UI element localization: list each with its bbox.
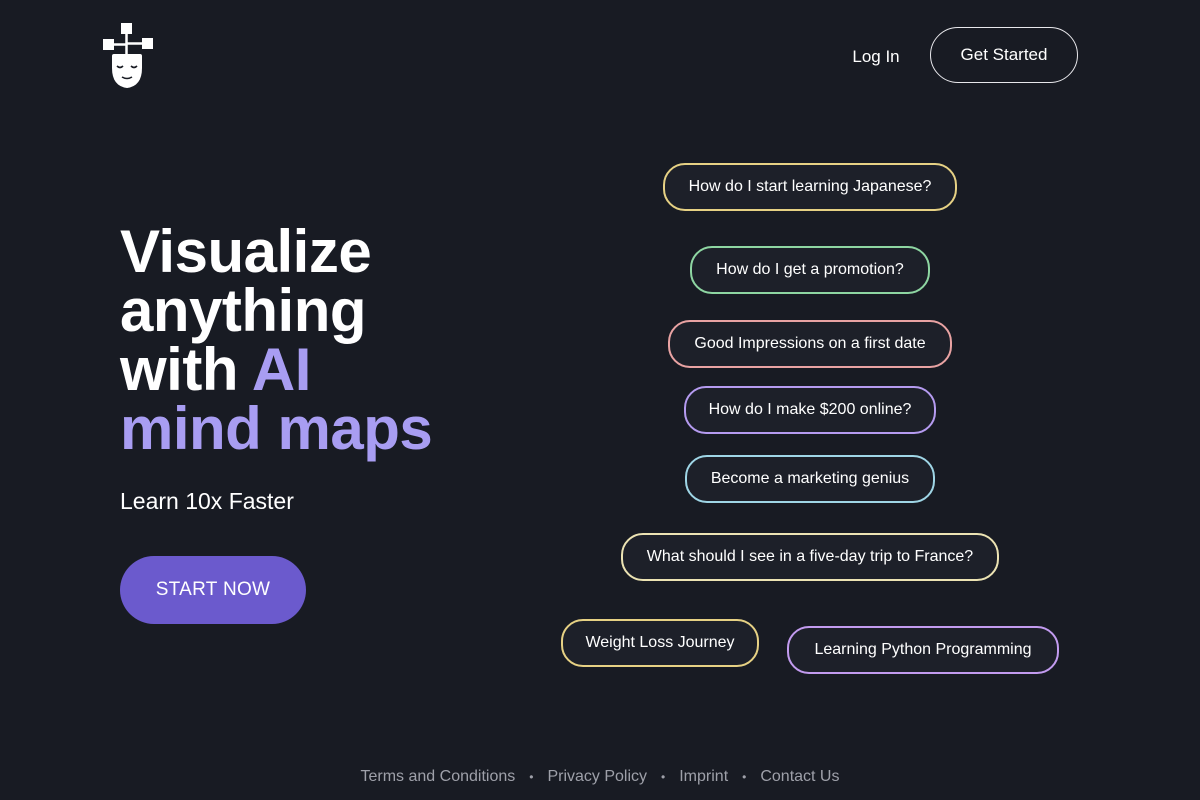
footer-link-imprint[interactable]: Imprint [679, 768, 728, 785]
hero-title: Visualize anything with AI mind maps [120, 218, 433, 462]
hero-title-line-2: anything [120, 277, 367, 344]
start-now-button[interactable]: START NOW [120, 556, 306, 624]
login-link[interactable]: Log In [840, 40, 912, 74]
footer-separator: • [661, 770, 666, 784]
footer: Terms and Conditions • Privacy Policy • Impr… [0, 764, 1200, 790]
footer-link-contact[interactable]: Contact Us [760, 768, 839, 785]
prompt-pill[interactable]: How do I get a promotion? [690, 246, 930, 294]
footer-link-privacy[interactable]: Privacy Policy [547, 768, 647, 785]
prompt-pill[interactable]: How do I start learning Japanese? [663, 163, 957, 211]
hero-title-with: with [120, 336, 252, 403]
hero-title-line-1: Visualize [120, 218, 372, 285]
prompt-pill[interactable]: Weight Loss Journey [561, 619, 759, 667]
prompt-pill[interactable]: Good Impressions on a first date [668, 320, 952, 368]
hero-subtitle: Learn 10x Faster [120, 488, 294, 514]
footer-link-terms[interactable]: Terms and Conditions [361, 768, 516, 785]
prompt-pill[interactable]: Learning Python Programming [787, 626, 1059, 674]
prompt-pill[interactable]: Become a marketing genius [685, 455, 935, 503]
footer-separator: • [742, 770, 747, 784]
prompt-pill[interactable]: How do I make $200 online? [684, 386, 936, 434]
footer-separator: • [529, 770, 534, 784]
hero-title-ai: AI [251, 336, 312, 403]
get-started-button[interactable]: Get Started [930, 27, 1078, 83]
hero-title-line-3: with AI [120, 340, 432, 400]
prompt-pill[interactable]: What should I see in a five-day trip to … [621, 533, 999, 581]
logo-icon[interactable] [102, 22, 156, 90]
hero-title-line-4: mind maps [120, 395, 433, 462]
